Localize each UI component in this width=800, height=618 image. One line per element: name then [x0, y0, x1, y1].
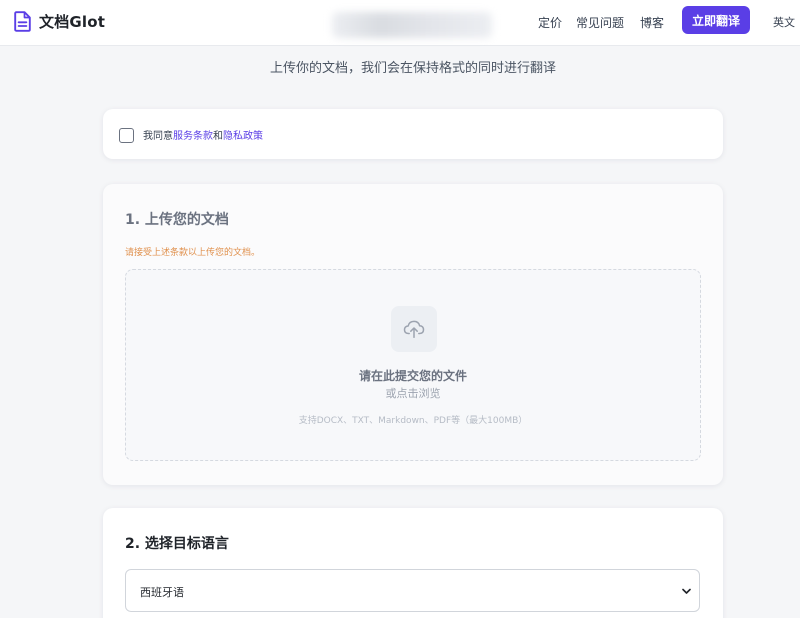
terms-warning: 请接受上述条款以上传您的文档。: [125, 248, 261, 258]
supported-formats-text: 支持DOCX、TXT、Markdown、PDF等（最大100MB）: [298, 416, 528, 426]
translate-now-button[interactable]: 立即翻译: [682, 6, 750, 34]
terms-text: 我同意服务条款和隐私政策: [143, 127, 263, 142]
privacy-policy-link[interactable]: 隐私政策: [223, 131, 263, 142]
logo-text: 文档Glot: [39, 13, 106, 31]
logo-link[interactable]: 文档Glot: [14, 11, 105, 32]
upload-section-title: 1. 上传您的文档: [125, 212, 229, 228]
top-navbar: 文档Glot 定价 常见问题 博客 立即翻译 英文: [0, 0, 800, 46]
terms-and: 和: [213, 131, 223, 142]
upload-card: 1. 上传您的文档 请接受上述条款以上传您的文档。 请在此提交您的文件 或点击浏…: [103, 184, 723, 485]
terms-of-service-link[interactable]: 服务条款: [173, 131, 213, 142]
page-subtitle: 上传你的文档，我们会在保持格式的同时进行翻译: [269, 61, 556, 76]
terms-card: 我同意服务条款和隐私政策: [103, 109, 723, 159]
terms-checkbox[interactable]: [119, 128, 134, 143]
target-language-title: 2. 选择目标语言: [125, 536, 229, 552]
dropzone-main-text: 请在此提交您的文件: [358, 369, 467, 383]
blurred-page-title: [332, 12, 492, 38]
language-switcher[interactable]: 英文: [773, 14, 795, 30]
cloud-upload-icon: [391, 306, 437, 352]
dropzone-browse-text: 或点击浏览: [385, 387, 441, 400]
file-dropzone[interactable]: 请在此提交您的文件 或点击浏览 支持DOCX、TXT、Markdown、PDF等…: [125, 269, 701, 461]
chevron-down-icon: [682, 588, 691, 594]
nav-link-blog[interactable]: 博客: [640, 14, 664, 31]
nav-link-pricing[interactable]: 定价: [538, 14, 562, 31]
terms-prefix: 我同意: [143, 131, 173, 142]
target-language-select[interactable]: 西班牙语: [125, 569, 700, 612]
target-language-card: 2. 选择目标语言 西班牙语: [103, 508, 723, 618]
selected-language: 西班牙语: [140, 586, 184, 599]
document-icon: [14, 11, 31, 32]
nav-link-faq[interactable]: 常见问题: [576, 14, 624, 31]
